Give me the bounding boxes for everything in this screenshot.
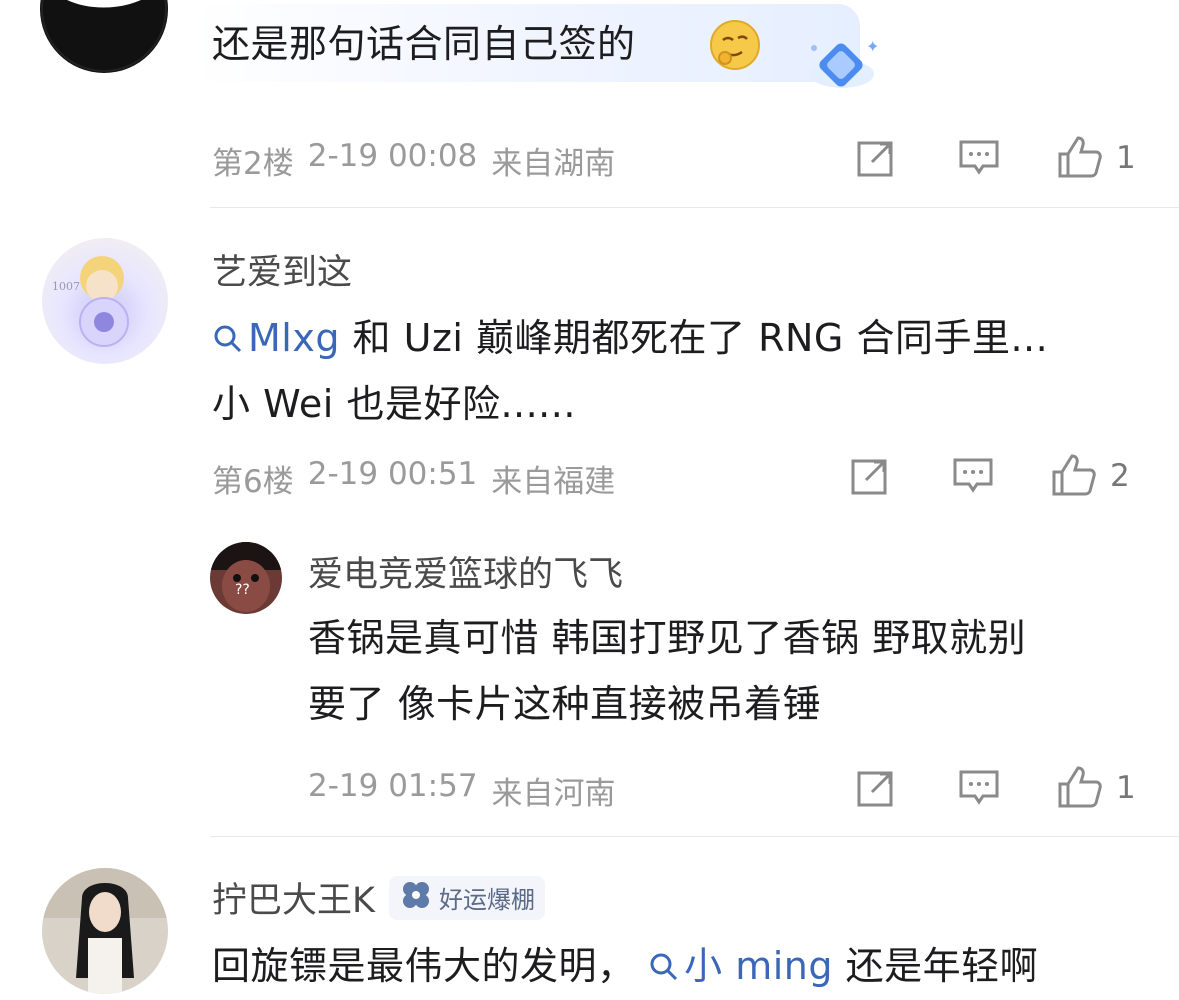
- like-button[interactable]: 2: [1050, 452, 1130, 500]
- comment-meta: 第2楼 2-19 00:08 来自湖南: [212, 138, 615, 183]
- reply-text-line2: 要了 像卡片这种直接被吊着锤: [308, 682, 822, 726]
- avatar[interactable]: [42, 868, 168, 994]
- comment-text-line1: 和 Uzi 巅峰期都死在了 RNG 合同手里...: [352, 316, 1049, 360]
- timestamp: 2-19 01:57: [308, 768, 478, 804]
- timestamp: 2-19 00:08: [307, 138, 478, 174]
- comment-text-post: 还是年轻啊: [845, 944, 1039, 988]
- like-button[interactable]: 1: [1056, 764, 1136, 812]
- badge-label: 好运爆棚: [438, 886, 535, 914]
- search-icon: [648, 940, 680, 1000]
- location: 来自福建: [491, 464, 616, 500]
- comment-text: 回旋镖是最伟大的发明， 小 ming 还是年轻啊: [212, 936, 1172, 1000]
- like-count: 1: [1116, 770, 1136, 806]
- comment-text-line2: 小 Wei 也是好险......: [212, 382, 576, 426]
- comment-text-pre: 回旋镖是最伟大的发明，: [212, 944, 636, 988]
- share-icon[interactable]: [856, 138, 896, 182]
- floor-label: 第2楼: [212, 146, 294, 182]
- comment-icon[interactable]: [958, 138, 1000, 182]
- username-row: 拧巴大王K 好运爆棚: [212, 872, 545, 923]
- like-icon: [1050, 452, 1096, 500]
- like-count: 1: [1116, 140, 1136, 176]
- search-link[interactable]: 小 ming: [648, 944, 845, 988]
- reply-text-line1: 香锅是真可惜 韩国打野见了香锅 野取就别: [308, 616, 1027, 660]
- share-icon[interactable]: [856, 768, 896, 812]
- svg-text:??: ??: [235, 582, 250, 598]
- search-link[interactable]: Mlxg: [212, 316, 353, 360]
- reply-meta: 2-19 01:57 来自河南: [308, 768, 616, 813]
- timestamp: 2-19 00:51: [307, 456, 478, 492]
- like-icon: [1056, 134, 1102, 182]
- clover-icon: [399, 878, 433, 918]
- floor-label: 第6楼: [212, 464, 294, 500]
- search-link-text: 小 ming: [684, 944, 833, 988]
- location: 来自湖南: [491, 146, 616, 182]
- diamond-sticker-icon: ✦: [806, 34, 880, 102]
- location: 来自河南: [491, 776, 616, 812]
- like-button[interactable]: 1: [1056, 134, 1136, 182]
- like-icon: [1056, 764, 1102, 812]
- username[interactable]: 艺爱到这: [212, 244, 352, 295]
- divider: [210, 836, 1179, 837]
- comment-icon[interactable]: [958, 768, 1000, 812]
- comment-text: Mlxg 和 Uzi 巅峰期都死在了 RNG 合同手里...: [212, 308, 1162, 372]
- search-link-text: Mlxg: [248, 316, 340, 360]
- search-icon: [212, 312, 244, 372]
- like-count: 2: [1110, 458, 1130, 494]
- thinking-emoji-icon: [708, 18, 762, 76]
- comment-meta: 第6楼 2-19 00:51 来自福建: [212, 456, 615, 501]
- avatar[interactable]: 1007: [42, 238, 168, 364]
- status-badge: 好运爆棚: [388, 875, 545, 920]
- svg-text:1007: 1007: [52, 280, 80, 293]
- divider: [210, 207, 1179, 208]
- comment-icon[interactable]: [952, 456, 994, 500]
- avatar[interactable]: [40, 0, 168, 73]
- comment-text: 还是那句话合同自己签的: [212, 22, 636, 66]
- svg-text:✦: ✦: [866, 37, 879, 56]
- username[interactable]: 拧巴大王K: [212, 872, 375, 923]
- share-icon[interactable]: [850, 456, 890, 500]
- reply-username[interactable]: 爱电竞爱篮球的飞飞: [308, 546, 623, 597]
- avatar[interactable]: ??: [210, 542, 282, 614]
